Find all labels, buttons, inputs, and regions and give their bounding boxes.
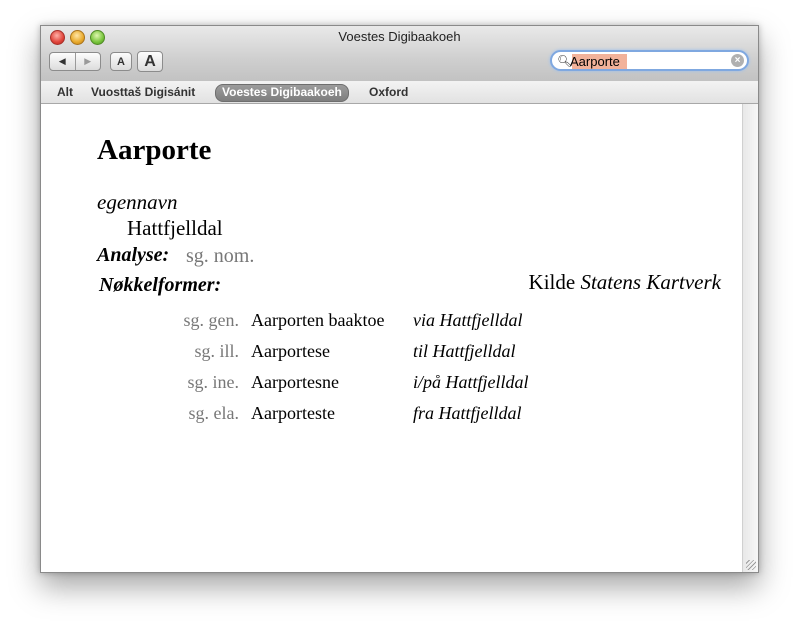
keyforms-table: sg. gen. Aarporten baaktoe via Hattfjell… [137, 305, 535, 429]
inflected-form: Aarportesne [251, 372, 339, 392]
analyse-label: Analyse: [97, 244, 170, 266]
headword: Aarporte [97, 134, 212, 166]
translation: Hattfjelldal [127, 216, 223, 240]
window-title: Voestes Digibaakoeh [338, 29, 461, 44]
inflected-form: Aarportese [251, 341, 330, 361]
font-smaller-button[interactable]: A [110, 52, 132, 71]
entry-content: Aarporte egennavn Hattfjelldal Analyse: … [41, 104, 741, 572]
search-input[interactable] [570, 53, 730, 69]
titlebar: Voestes Digibaakoeh ◀ ▶ A A 🔍︎ × [41, 26, 758, 82]
keyforms-label: Nøkkelformer: [99, 274, 222, 296]
back-button[interactable]: ◀ [50, 53, 76, 70]
tab-alt[interactable]: Alt [51, 84, 79, 100]
table-row: sg. gen. Aarporten baaktoe via Hattfjell… [137, 305, 535, 336]
back-arrow-icon: ◀ [58, 56, 66, 66]
forward-button[interactable]: ▶ [76, 53, 101, 70]
inflected-form: Aarporten baaktoe [251, 310, 385, 330]
font-larger-button[interactable]: A [137, 51, 163, 72]
case-label: sg. gen. [183, 310, 240, 330]
tab-voestes-digibaakoeh[interactable]: Voestes Digibaakoeh [215, 84, 349, 102]
table-row: sg. ine. Aarportesne i/på Hattfjelldal [137, 367, 535, 398]
source-name: Statens Kartverk [580, 270, 721, 294]
forward-arrow-icon: ▶ [84, 56, 92, 66]
case-label: sg. ela. [188, 403, 239, 423]
inflected-form: Aarporteste [251, 403, 335, 423]
analyse-value: sg. nom. [186, 245, 255, 267]
vertical-scrollbar[interactable] [742, 104, 758, 572]
clear-search-icon[interactable]: × [731, 54, 744, 67]
source-prefix: Kilde [528, 270, 576, 294]
usage-example: via Hattfjelldal [413, 310, 523, 330]
case-label: sg. ill. [194, 341, 239, 361]
table-row: sg. ela. Aarporteste fra Hattfjelldal [137, 398, 535, 429]
dictionary-window: Voestes Digibaakoeh ◀ ▶ A A 🔍︎ × Alt Vuo… [40, 25, 759, 573]
usage-example: fra Hattfjelldal [413, 403, 522, 423]
dictionary-tabbar: Alt Vuosttaš Digisánit Voestes Digibaako… [41, 81, 758, 104]
resize-grip-icon[interactable] [746, 560, 756, 570]
back-forward-buttons: ◀ ▶ [49, 52, 101, 71]
part-of-speech: egennavn [97, 190, 178, 214]
usage-example: i/på Hattfjelldal [413, 372, 529, 392]
tab-oxford[interactable]: Oxford [363, 84, 414, 100]
case-label: sg. ine. [187, 372, 240, 392]
search-field[interactable]: 🔍︎ × [550, 50, 749, 71]
usage-example: til Hattfjelldal [413, 341, 516, 361]
tab-vuosttas-digisanit[interactable]: Vuosttaš Digisánit [85, 84, 201, 100]
table-row: sg. ill. Aarportese til Hattfjelldal [137, 336, 535, 367]
source: Kilde Statens Kartverk [529, 270, 721, 295]
